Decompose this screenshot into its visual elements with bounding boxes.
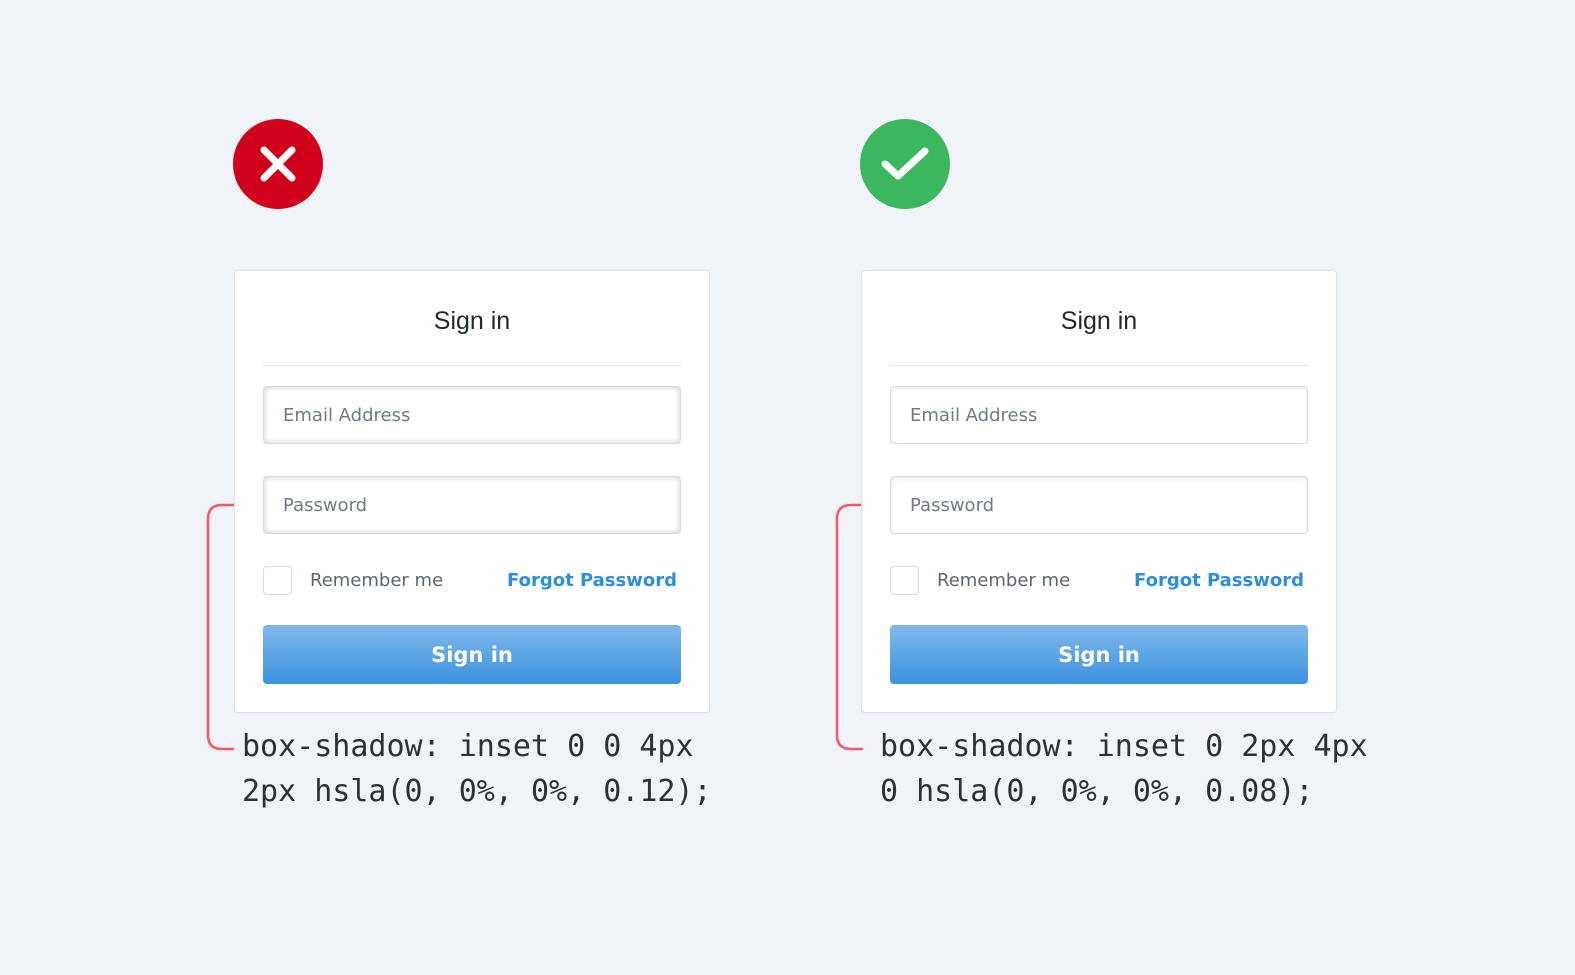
code-line: 2px hsla(0, 0%, 0%, 0.12); xyxy=(242,774,712,809)
bad-example-badge xyxy=(233,119,323,209)
code-caption-good: box-shadow: inset 0 2px 4px 0 hsla(0, 0%,… xyxy=(880,724,1368,814)
password-input[interactable]: Password xyxy=(890,476,1308,534)
code-caption-bad: box-shadow: inset 0 0 4px 2px hsla(0, 0%,… xyxy=(242,724,712,814)
signin-card-good: Sign in Email Address Password Remember … xyxy=(861,270,1337,713)
password-input[interactable]: Password xyxy=(263,476,681,534)
forgot-password-link[interactable]: Forgot Password xyxy=(507,570,677,591)
email-input[interactable]: Email Address xyxy=(263,386,681,444)
sign-in-button[interactable]: Sign in xyxy=(890,625,1308,684)
signin-card-bad: Sign in Email Address Password Remember … xyxy=(234,270,710,713)
remember-checkbox[interactable] xyxy=(263,566,292,595)
remember-label: Remember me xyxy=(310,570,444,591)
code-line: box-shadow: inset 0 0 4px xyxy=(242,729,694,764)
code-line: box-shadow: inset 0 2px 4px xyxy=(880,729,1368,764)
good-example-badge xyxy=(860,119,950,209)
divider xyxy=(263,365,681,366)
code-line: 0 hsla(0, 0%, 0%, 0.08); xyxy=(880,774,1314,809)
check-icon xyxy=(881,147,929,180)
card-title: Sign in xyxy=(1060,307,1138,335)
card-title: Sign in xyxy=(433,307,511,335)
forgot-password-link[interactable]: Forgot Password xyxy=(1134,570,1304,591)
email-input[interactable]: Email Address xyxy=(890,386,1308,444)
x-icon xyxy=(260,146,296,182)
sign-in-button[interactable]: Sign in xyxy=(263,625,681,684)
divider xyxy=(890,365,1308,366)
remember-checkbox[interactable] xyxy=(890,566,919,595)
remember-label: Remember me xyxy=(937,570,1071,591)
